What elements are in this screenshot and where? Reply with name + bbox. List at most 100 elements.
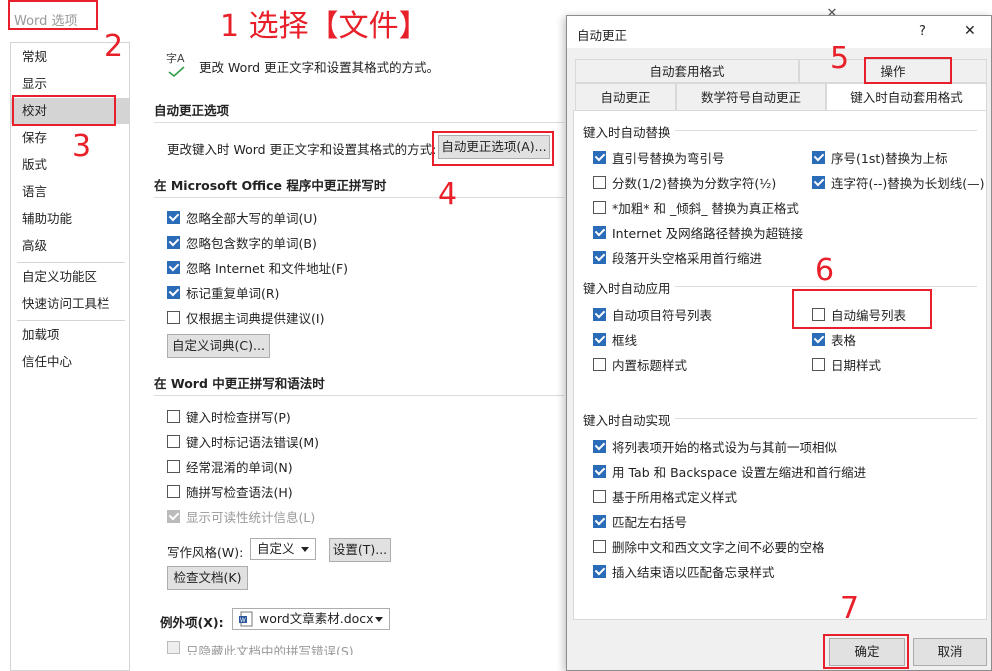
check-document-button[interactable]: 检查文档(K) — [167, 566, 248, 590]
check-ordinals[interactable]: 序号(1st)替换为上标 — [812, 147, 948, 167]
checkbox[interactable] — [593, 225, 606, 239]
checkbox[interactable] — [593, 175, 606, 189]
sidebar-item-customize-ribbon[interactable]: 自定义功能区 — [11, 264, 129, 290]
checkbox[interactable] — [167, 434, 180, 448]
checkbox[interactable] — [167, 459, 180, 473]
check-ignore-numbers[interactable]: 忽略包含数字的单词(B) — [167, 232, 317, 252]
check-ignore-uppercase[interactable]: 忽略全部大写的单词(U) — [167, 207, 317, 227]
check-auto-bullets[interactable]: 自动项目符号列表 — [593, 304, 712, 324]
checkbox[interactable] — [593, 464, 606, 478]
word-grammar-section-title: 在 Word 中更正拼写和语法时 — [154, 376, 325, 391]
tab-math-autocorrect[interactable]: 数学符号自动更正 — [676, 83, 826, 111]
check-ignore-internet[interactable]: 忽略 Internet 和文件地址(F) — [167, 257, 348, 277]
check-date-styles[interactable]: 日期样式 — [812, 354, 881, 374]
annotation-step-1: 1 选择【文件】 — [220, 9, 429, 44]
check-flag-repeated[interactable]: 标记重复单词(R) — [167, 282, 279, 302]
check-hyperlinks[interactable]: Internet 及网络路径替换为超链接 — [593, 222, 803, 242]
checkbox[interactable] — [812, 150, 825, 164]
sidebar-item-layout[interactable]: 版式 — [11, 152, 129, 178]
checkbox[interactable] — [167, 260, 180, 274]
checkbox[interactable] — [812, 332, 825, 346]
section-divider — [154, 122, 564, 123]
check-fractions[interactable]: 分数(1/2)替换为分数字符(½) — [593, 172, 776, 192]
checkbox[interactable] — [593, 150, 606, 164]
checkbox-label: 用 Tab 和 Backspace 设置左缩进和首行缩进 — [612, 464, 867, 480]
writing-style-value: 自定义 — [257, 541, 295, 556]
office-spelling-section-title: 在 Microsoft Office 程序中更正拼写时 — [154, 178, 387, 193]
settings-button[interactable]: 设置(T)... — [329, 538, 391, 562]
sidebar-item-save[interactable]: 保存 — [11, 125, 129, 151]
checkbox[interactable] — [593, 250, 606, 264]
check-readability-stats: 显示可读性统计信息(L) — [167, 506, 315, 526]
checkbox[interactable] — [167, 235, 180, 249]
sidebar-item-addins[interactable]: 加载项 — [11, 322, 129, 348]
sidebar-item-quick-access[interactable]: 快速访问工具栏 — [11, 291, 129, 317]
checkbox[interactable] — [167, 409, 180, 423]
annotation-step-3: 3 — [72, 129, 92, 164]
checkbox[interactable] — [812, 357, 825, 371]
sidebar-item-display[interactable]: 显示 — [11, 71, 129, 97]
check-spelling-as-type[interactable]: 键入时检查拼写(P) — [167, 406, 291, 426]
check-heading-styles[interactable]: 内置标题样式 — [593, 354, 687, 374]
checkbox[interactable] — [593, 439, 606, 453]
check-delete-spaces[interactable]: 删除中文和西文文字之间不必要的空格 — [593, 536, 825, 556]
checkbox[interactable] — [167, 210, 180, 224]
checkbox[interactable] — [593, 200, 606, 214]
checkbox-label: 表格 — [831, 332, 857, 348]
tab-autoformat[interactable]: 自动套用格式 — [575, 59, 799, 83]
check-match-parentheses[interactable]: 匹配左右括号 — [593, 511, 687, 531]
checkbox[interactable] — [167, 310, 180, 324]
checkbox-label: 键入时标记语法错误(M) — [186, 434, 320, 450]
autocorrect-section-title: 自动更正选项 — [154, 103, 230, 118]
checkbox-label: Internet 及网络路径替换为超链接 — [612, 225, 804, 241]
tab-autocorrect[interactable]: 自动更正 — [575, 83, 676, 111]
check-tables[interactable]: 表格 — [812, 329, 856, 349]
check-closing-phrases[interactable]: 插入结束语以匹配备忘录样式 — [593, 561, 775, 581]
cancel-button[interactable]: 取消 — [913, 638, 987, 666]
exceptions-select[interactable]: W word文章素材.docx — [232, 608, 390, 630]
check-define-styles[interactable]: 基于所用格式定义样式 — [593, 486, 737, 506]
checkbox-label: 忽略全部大写的单词(U) — [186, 210, 318, 226]
check-smart-quotes[interactable]: 直引号替换为弯引号 — [593, 147, 725, 167]
check-main-dict-only[interactable]: 仅根据主词典提供建议(I) — [167, 307, 324, 327]
group-apply-title: 键入时自动应用 — [583, 281, 671, 296]
group-divider — [675, 130, 977, 131]
custom-dictionaries-button[interactable]: 自定义词典(C)... — [167, 334, 270, 358]
check-grammar-as-type[interactable]: 键入时标记语法错误(M) — [167, 431, 319, 451]
checkbox-label: 分数(1/2)替换为分数字符(½) — [612, 175, 777, 191]
sidebar-item-language[interactable]: 语言 — [11, 179, 129, 205]
sidebar-item-accessibility[interactable]: 辅助功能 — [11, 206, 129, 232]
check-grammar-with-spelling[interactable]: 随拼写检查语法(H) — [167, 481, 293, 501]
checkbox-label: 键入时检查拼写(P) — [186, 409, 291, 425]
chevron-down-icon — [375, 617, 383, 622]
check-list-format[interactable]: 将列表项开始的格式设为与其前一项相似 — [593, 436, 837, 456]
sidebar-item-trust-center[interactable]: 信任中心 — [11, 349, 129, 375]
check-hide-spelling-errors: 只隐藏此文档中的拼写错误(S) — [167, 641, 354, 655]
check-tab-backspace[interactable]: 用 Tab 和 Backspace 设置左缩进和首行缩进 — [593, 461, 866, 481]
autocorrect-description: 更改键入时 Word 更正文字和设置其格式的方式: — [167, 142, 437, 157]
checkbox[interactable] — [167, 285, 180, 299]
checkbox[interactable] — [593, 514, 606, 528]
checkbox[interactable] — [812, 175, 825, 189]
group-replace-title: 键入时自动替换 — [583, 125, 671, 140]
help-icon[interactable]: ? — [919, 24, 926, 39]
writing-style-select[interactable]: 自定义 — [250, 538, 316, 560]
check-first-line-indent[interactable]: 段落开头空格采用首行缩进 — [593, 247, 762, 267]
checkbox[interactable] — [593, 307, 606, 321]
checkbox[interactable] — [593, 564, 606, 578]
checkbox-label: 只隐藏此文档中的拼写错误(S) — [186, 644, 354, 655]
check-bold-italic[interactable]: *加粗* 和 _倾斜_ 替换为真正格式 — [593, 197, 799, 217]
tab-autoformat-as-you-type[interactable]: 键入时自动套用格式 — [826, 83, 987, 111]
check-confused-words[interactable]: 经常混淆的单词(N) — [167, 456, 293, 476]
checkbox[interactable] — [593, 332, 606, 346]
checkbox[interactable] — [593, 357, 606, 371]
sidebar-item-advanced[interactable]: 高级 — [11, 233, 129, 259]
check-dashes[interactable]: 连字符(--)替换为长划线(—) — [812, 172, 985, 192]
chevron-down-icon — [301, 547, 309, 552]
close-icon[interactable]: ✕ — [964, 23, 976, 39]
checkbox[interactable] — [167, 484, 180, 498]
checkbox[interactable] — [593, 489, 606, 503]
checkbox[interactable] — [593, 539, 606, 553]
svg-text:W: W — [240, 618, 246, 624]
check-borders[interactable]: 框线 — [593, 329, 637, 349]
